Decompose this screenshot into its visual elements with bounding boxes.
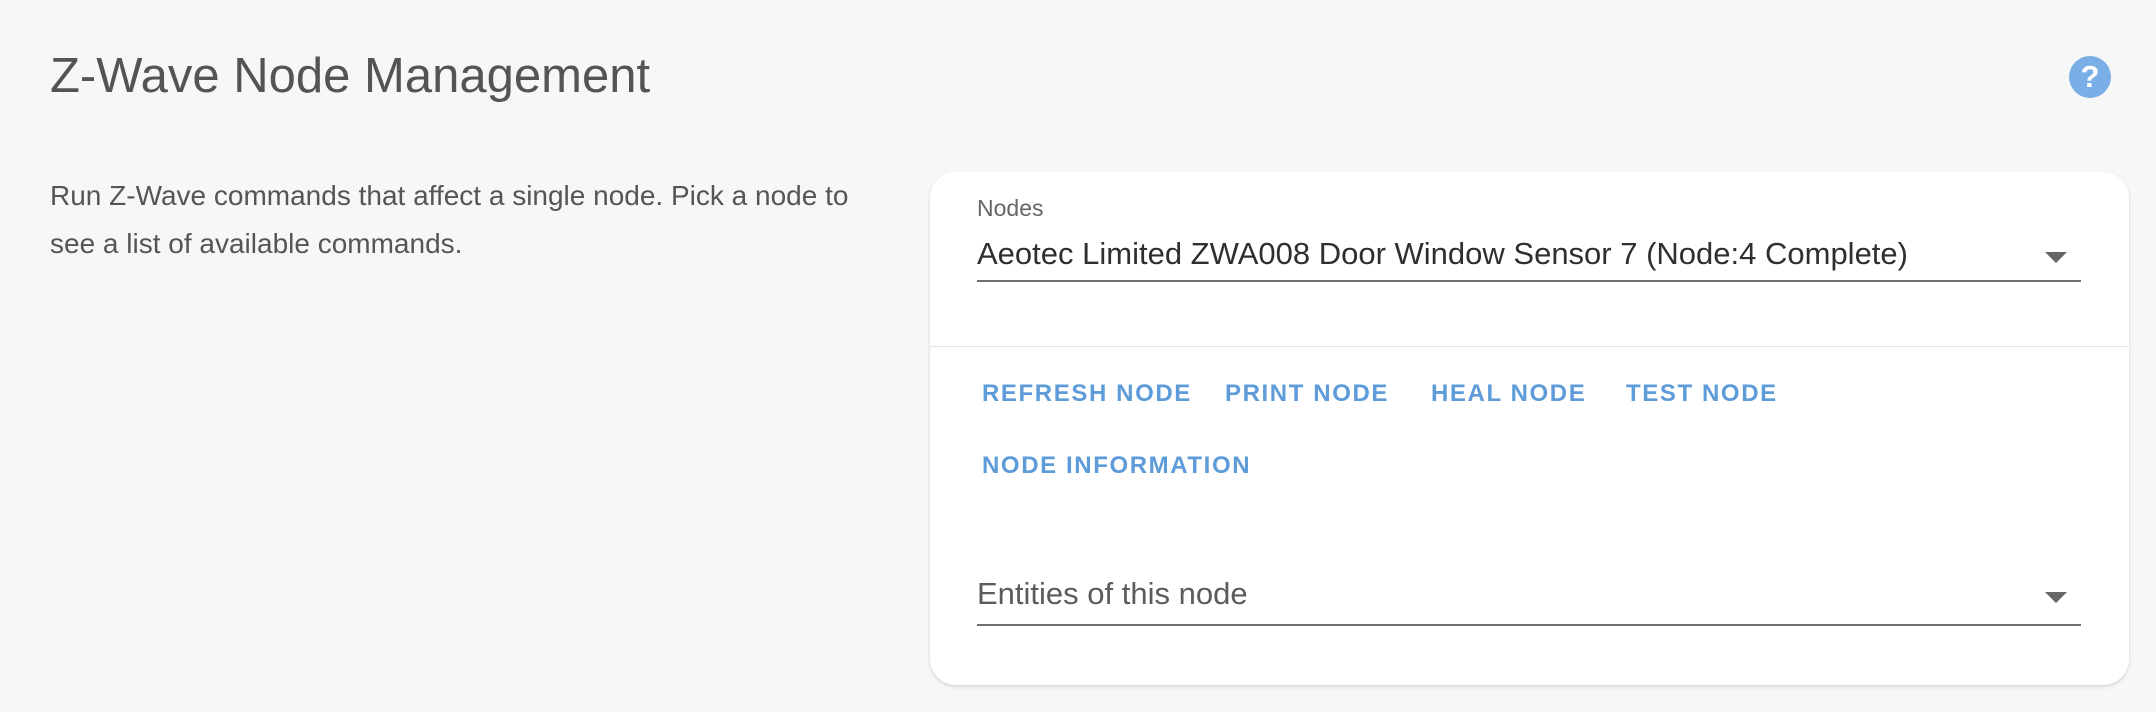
entities-dropdown[interactable]: Entities of this node xyxy=(977,562,2081,626)
help-icon[interactable]: ? xyxy=(2069,56,2111,98)
page-description: Run Z-Wave commands that affect a single… xyxy=(50,180,849,259)
help-icon-glyph: ? xyxy=(2080,59,2100,94)
divider xyxy=(930,346,2129,347)
nodes-dropdown-value: Aeotec Limited ZWA008 Door Window Sensor… xyxy=(977,236,1908,271)
nodes-dropdown-label: Nodes xyxy=(977,195,1044,221)
node-management-card: Nodes Aeotec Limited ZWA008 Door Window … xyxy=(930,172,2129,685)
chevron-down-icon xyxy=(2045,592,2067,603)
entities-dropdown-placeholder: Entities of this node xyxy=(977,576,1248,611)
test-node-button[interactable]: TEST NODE xyxy=(1626,378,1778,410)
chevron-down-icon xyxy=(2045,252,2067,263)
heal-node-button[interactable]: HEAL NODE xyxy=(1431,378,1586,410)
refresh-node-button[interactable]: REFRESH NODE xyxy=(982,378,1192,410)
nodes-dropdown[interactable]: Nodes Aeotec Limited ZWA008 Door Window … xyxy=(977,194,2081,282)
node-information-button[interactable]: NODE INFORMATION xyxy=(982,450,1251,482)
print-node-button[interactable]: PRINT NODE xyxy=(1225,378,1389,410)
page-title: Z-Wave Node Management xyxy=(50,49,651,103)
